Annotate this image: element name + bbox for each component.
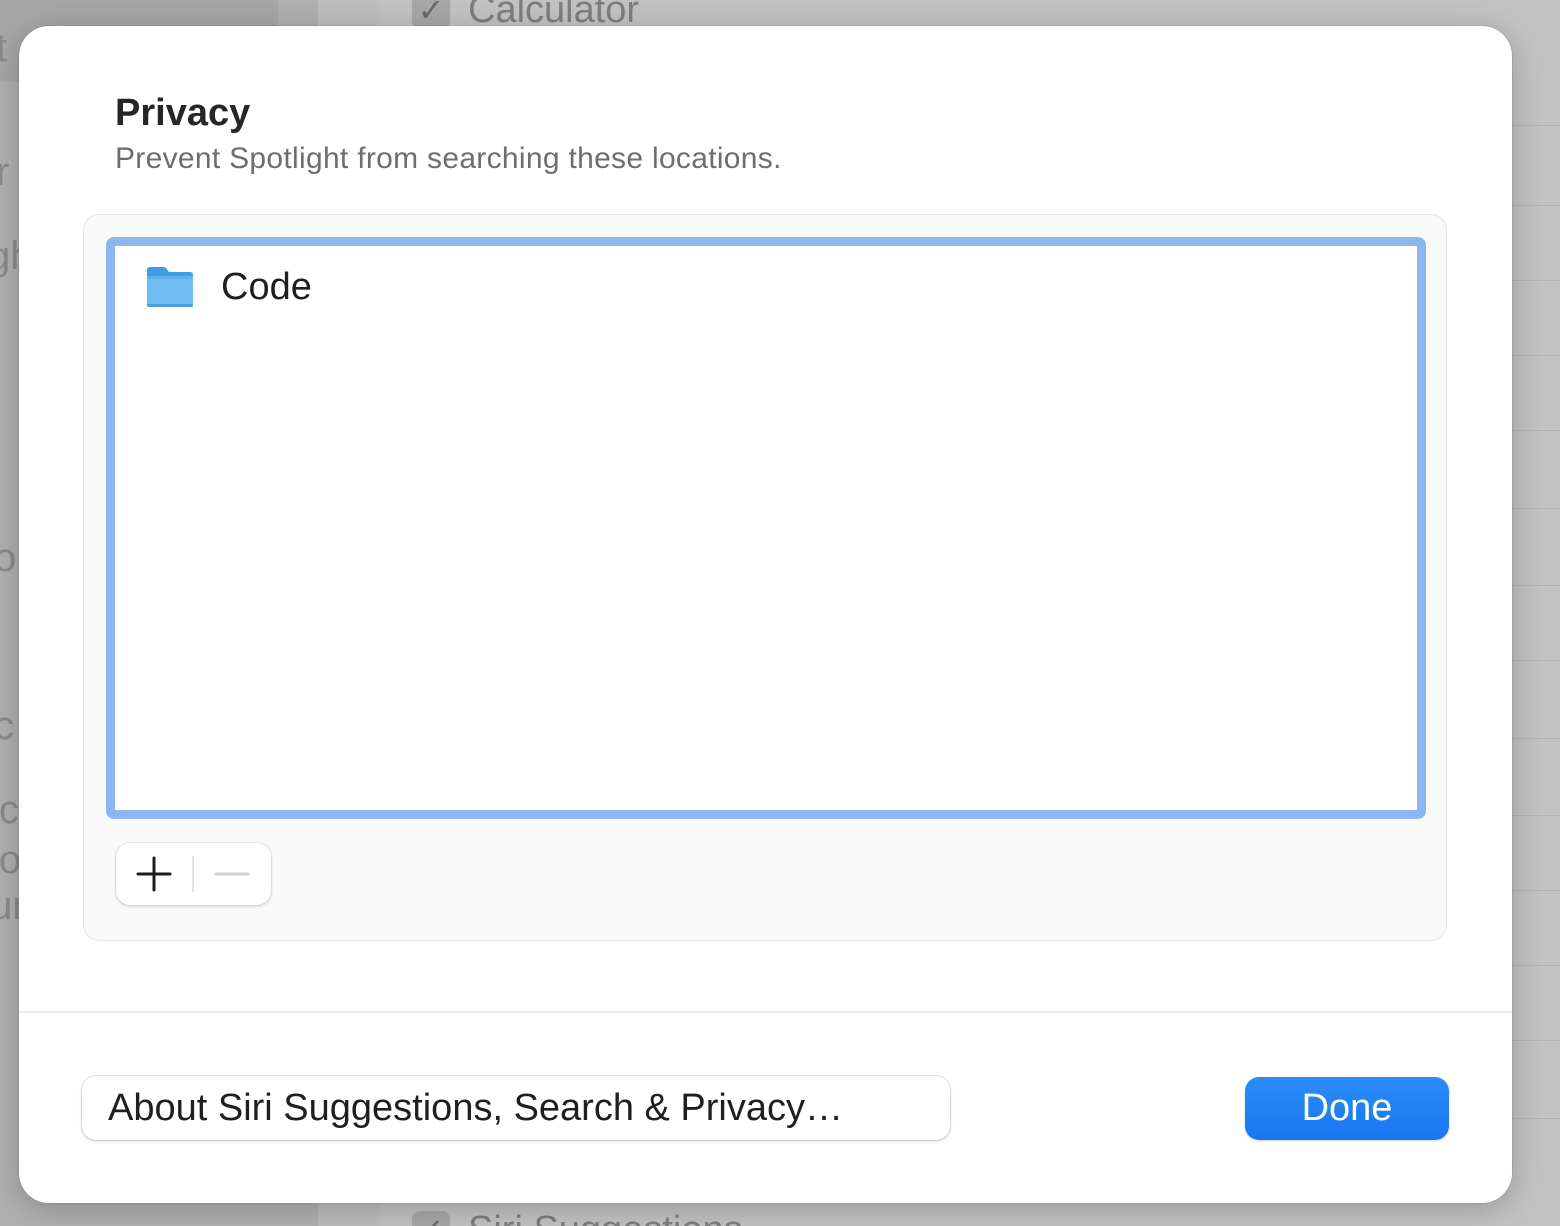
privacy-sheet: Privacy Prevent Spotlight from searching… xyxy=(19,26,1512,1203)
excluded-locations-list[interactable]: Code xyxy=(106,237,1426,819)
background-sidebar-fragment: ic xyxy=(0,788,19,832)
sheet-title: Privacy xyxy=(115,92,251,134)
background-row-divider xyxy=(1512,585,1560,586)
background-sidebar-fragment: lo xyxy=(0,838,22,882)
checkbox-checked-icon: ✓ xyxy=(412,0,450,29)
checkbox-checked-icon: ✓ xyxy=(412,1211,450,1226)
list-item[interactable]: Code xyxy=(145,254,312,320)
background-row-divider xyxy=(1512,1118,1560,1119)
folder-icon xyxy=(147,267,193,307)
add-remove-control xyxy=(116,843,271,905)
background-list-item-label: Siri Suggestions xyxy=(468,1209,743,1226)
add-button[interactable] xyxy=(116,843,192,905)
background-sidebar-fragment: c xyxy=(0,704,14,748)
background-row-divider xyxy=(1512,1040,1560,1041)
background-row-divider xyxy=(1512,430,1560,431)
background-row-divider xyxy=(1512,125,1560,126)
background-sidebar-fragment: r xyxy=(0,150,10,194)
background-list-item: ✓ Siri Suggestions xyxy=(412,1208,743,1226)
background-row-divider xyxy=(1512,205,1560,206)
sheet-subtitle: Prevent Spotlight from searching these l… xyxy=(115,142,782,175)
remove-button[interactable] xyxy=(194,843,270,905)
plus-icon xyxy=(136,856,172,892)
background-row-divider xyxy=(1512,355,1560,356)
background-row-divider xyxy=(1512,280,1560,281)
about-siri-privacy-button[interactable]: About Siri Suggestions, Search & Privacy… xyxy=(82,1076,950,1140)
list-item-label: Code xyxy=(221,265,312,308)
background-row-divider xyxy=(1512,815,1560,816)
background-row-divider xyxy=(1512,965,1560,966)
background-sidebar-fragment: o xyxy=(0,536,17,580)
minus-icon xyxy=(214,872,250,876)
excluded-locations-group: Code xyxy=(83,214,1447,941)
done-button[interactable]: Done xyxy=(1245,1077,1449,1140)
background-row-divider xyxy=(1512,890,1560,891)
background-row-divider xyxy=(1512,738,1560,739)
background-row-divider xyxy=(1512,660,1560,661)
footer-divider xyxy=(19,1011,1512,1013)
background-row-divider xyxy=(1512,508,1560,509)
background-sidebar-fragment: t xyxy=(0,26,8,70)
